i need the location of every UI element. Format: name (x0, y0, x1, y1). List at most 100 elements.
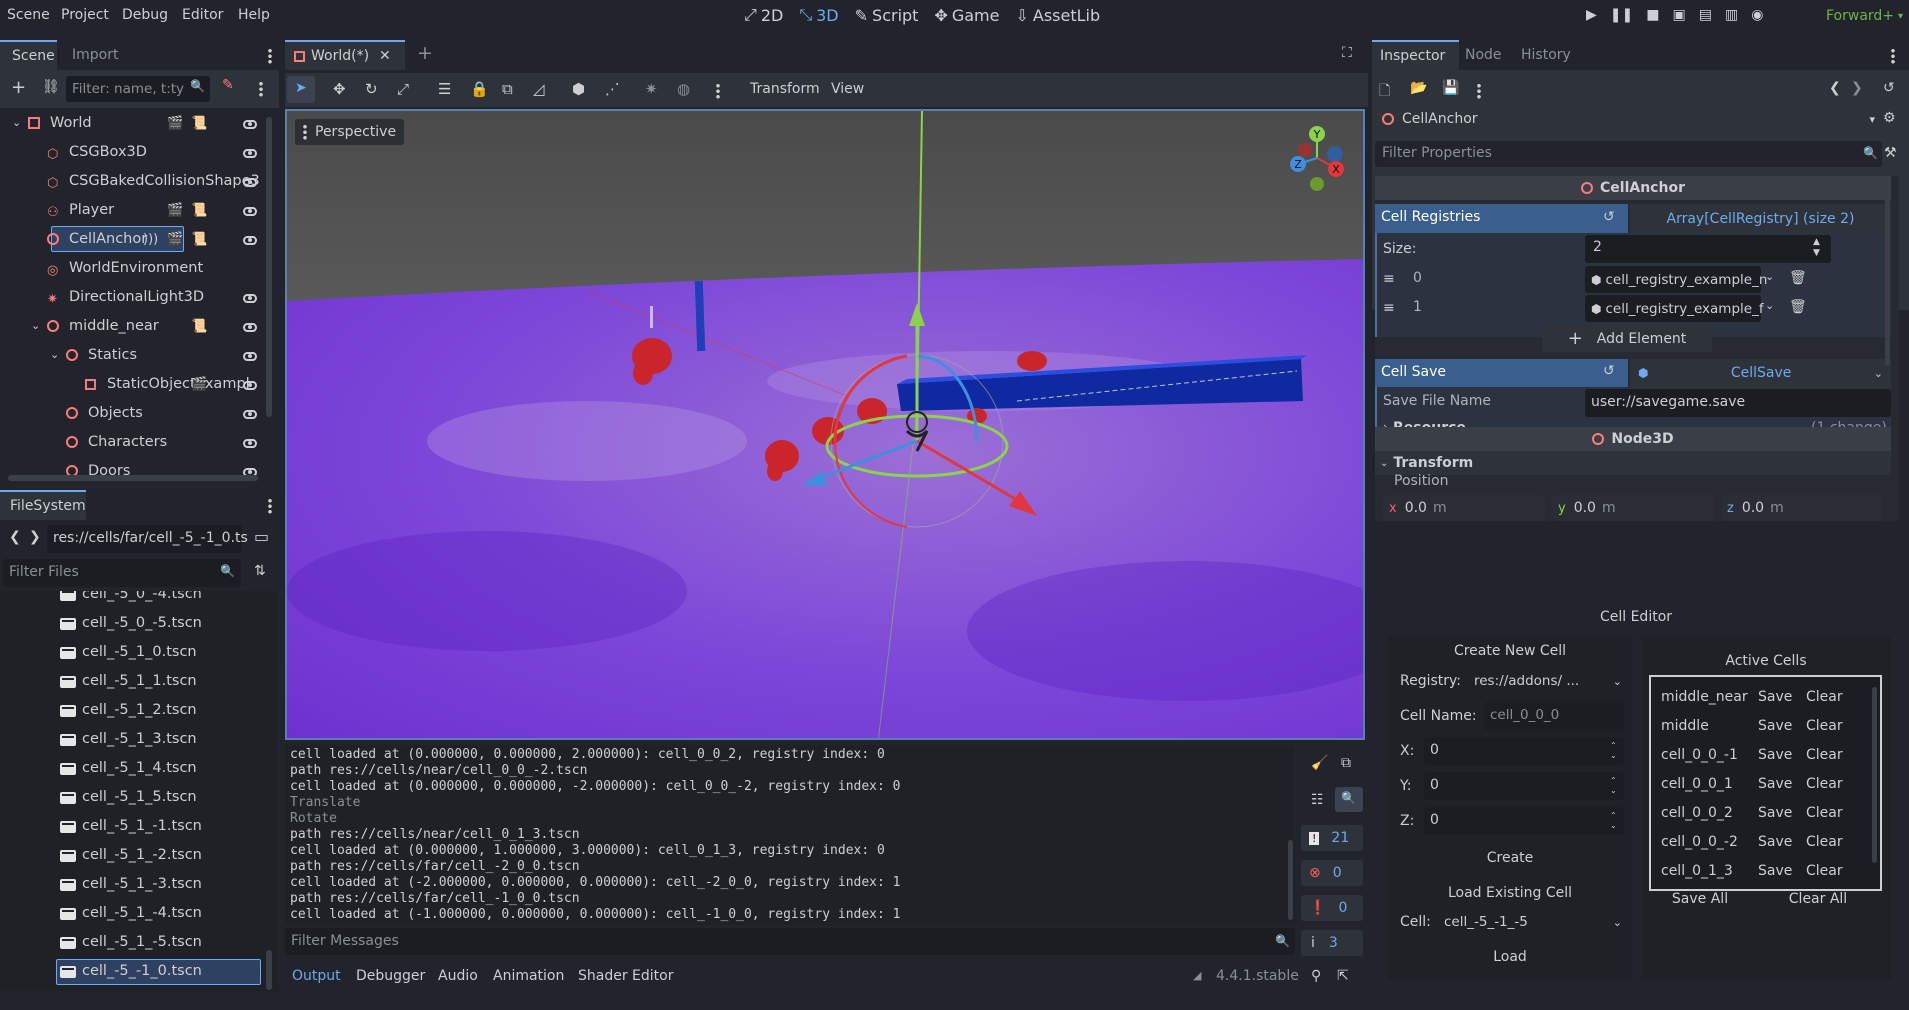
create-button[interactable]: Create (1396, 844, 1624, 872)
search-toggle[interactable]: 🔍 (1335, 787, 1363, 812)
visibility-eye-icon[interactable] (243, 207, 257, 216)
revert-icon[interactable]: ↺ (1603, 363, 1615, 379)
array-size-spin[interactable]: 2 ▲ ▼ (1585, 235, 1831, 263)
menu-help[interactable]: Help (238, 7, 270, 23)
delete-icon[interactable]: 🗑 (1789, 299, 1807, 315)
registry-select[interactable]: res://addons/ ... ⌄ (1468, 667, 1628, 695)
scene-tree-node[interactable]: Characters (0, 429, 270, 457)
file-item[interactable]: cell_-5_1_5.tscn (0, 784, 270, 813)
sort-icon[interactable]: ⇅ (254, 563, 266, 579)
object-history-icon[interactable]: ↺ (1883, 80, 1895, 96)
inspector-scrollbar[interactable] (1885, 176, 1890, 366)
mode-game-button[interactable]: ✥ Game (934, 6, 999, 25)
scene-tree-node[interactable]: ⬡ CSGBox3D (0, 139, 270, 167)
clear-output-icon[interactable]: 🧹 (1311, 755, 1328, 771)
link-icon[interactable]: ⛓ (42, 79, 60, 95)
clear-cell-button[interactable]: Clear (1806, 718, 1843, 734)
filter-properties-input[interactable]: Filter Properties (1375, 141, 1882, 167)
add-node-icon[interactable]: + (11, 77, 26, 98)
play-icon[interactable]: ▶ (1586, 7, 1597, 23)
clapperboard-icon[interactable]: 🎬 (167, 232, 183, 247)
distraction-free-icon[interactable]: ⛶ (1342, 45, 1352, 61)
perspective-menu[interactable]: Perspective (295, 119, 405, 145)
clapperboard-icon[interactable]: 🎬 (167, 116, 183, 131)
mode-script-button[interactable]: ✎ Script (855, 6, 919, 25)
file-item[interactable]: cell_-5_1_-3.tscn (0, 871, 270, 900)
cell-name-input[interactable]: cell_0_0_0 (1484, 702, 1624, 730)
scene-tree-node[interactable]: ⌄ Statics (0, 342, 270, 370)
chevron-down-icon[interactable]: ⌄ (31, 319, 40, 332)
file-item[interactable]: cell_-5_1_4.tscn (0, 755, 270, 784)
group-icon[interactable]: ⧉ (502, 80, 513, 98)
scene-tree-node[interactable]: ✷ DirectionalLight3D (0, 284, 270, 312)
fs-menu-icon[interactable] (268, 498, 272, 514)
chevron-down-icon[interactable]: ⌄ (50, 348, 59, 361)
scene-tree-node[interactable]: ⌄ middle_near 📜 (0, 313, 270, 341)
file-item[interactable]: cell_-5_0_-4.tscn (0, 591, 270, 610)
add-element-button[interactable]: + Add Element (1542, 325, 1712, 352)
scene-tree-node[interactable]: Objects (0, 400, 270, 428)
tab-node[interactable]: Node (1465, 47, 1502, 63)
file-item[interactable]: cell_-5_1_-1.tscn (0, 813, 270, 842)
active-cells-scrollbar[interactable] (1872, 687, 1877, 863)
scene-tree-node[interactable]: ⬡ CSGBakedCollisionShape3 (0, 168, 270, 196)
dock-menu-icon[interactable] (1891, 48, 1895, 64)
clear-cell-button[interactable]: Clear (1806, 747, 1843, 763)
select-tool-button[interactable]: ➤ (287, 76, 315, 103)
open-resource-icon[interactable]: 📂 (1410, 80, 1427, 96)
save-cell-button[interactable]: Save (1758, 718, 1792, 734)
view-gizmo[interactable]: Y Z X (1287, 123, 1357, 193)
tab-debugger[interactable]: Debugger (356, 968, 425, 984)
movie-maker-icon[interactable]: ◉ (1751, 7, 1763, 23)
scene-menu-icon[interactable] (259, 81, 263, 97)
preview-menu-icon[interactable] (716, 83, 720, 99)
remote-debug-icon[interactable]: ▣ (1672, 7, 1685, 23)
tab-inspector[interactable]: Inspector (1372, 40, 1459, 70)
cell-save-resource[interactable]: ⬢ CellSave ⌄ (1630, 359, 1891, 387)
position-x-input[interactable]: x 0.0 m (1383, 495, 1545, 521)
file-item[interactable]: cell_-5_0_-5.tscn (0, 610, 270, 639)
file-item[interactable]: cell_-5_1_-5.tscn (0, 929, 270, 958)
delete-icon[interactable]: 🗑 (1789, 270, 1807, 286)
split-view-icon[interactable]: ▭ (254, 527, 269, 546)
output-log[interactable]: cell loaded at (0.000000, 0.000000, 2.00… (285, 745, 1295, 925)
selectable-list-icon[interactable]: ☰ (438, 80, 451, 98)
copy-icon[interactable]: ⧉ (1341, 755, 1351, 771)
dock-menu-icon[interactable] (268, 48, 272, 64)
scene-tree-node[interactable]: ◎ WorldEnvironment (0, 255, 270, 283)
scene-tree-hscrollbar[interactable] (8, 475, 258, 481)
clapperboard-icon[interactable]: 🎬 (191, 377, 207, 392)
z-spinbox[interactable]: 0 ⌃ ⌄ (1424, 807, 1624, 835)
node-path-select[interactable]: CellAnchor ▾ (1375, 106, 1883, 132)
visibility-eye-icon[interactable] (243, 236, 257, 245)
scene-filter-input[interactable]: Filter: name, t:ty (66, 76, 210, 102)
clapperboard-icon[interactable]: 🎬 (167, 203, 183, 218)
save-all-button[interactable]: Save All (1647, 885, 1753, 913)
position-z-input[interactable]: z 0.0 m (1721, 495, 1883, 521)
transform-section[interactable]: ⌄ Transform (1375, 451, 1891, 475)
script-icon[interactable]: 📜 (191, 232, 207, 247)
file-item[interactable]: cell_-5_1_1.tscn (0, 668, 270, 697)
node-info-icon[interactable]: ⚙ (1883, 110, 1896, 126)
array-item-0-resource[interactable]: ⬢ cell_registry_example_n (1585, 266, 1767, 293)
scale-icon[interactable]: ⤢ (397, 80, 409, 98)
tab-world[interactable]: World(*) ✕ (285, 40, 405, 70)
stop-icon[interactable]: ■ (1646, 7, 1659, 23)
script-icon[interactable]: 📜 (191, 203, 207, 218)
viewport-3d[interactable]: Perspective Y Z X (285, 109, 1365, 740)
filter-warnings-toggle[interactable]: ❗ 0 (1301, 895, 1363, 921)
expand-panel-icon[interactable]: ⇱ (1337, 968, 1349, 984)
fs-path-input[interactable]: res://cells/far/cell_-5_-1_0.ts (47, 525, 248, 553)
file-item[interactable]: cell_-5_1_2.tscn (0, 697, 270, 726)
pin-icon[interactable]: ⚲ (1311, 968, 1321, 984)
filter-messages-toggle[interactable]: ! 21 (1301, 825, 1363, 851)
new-tab-icon[interactable]: + (417, 42, 433, 64)
menu-scene[interactable]: Scene (7, 7, 50, 23)
save-cell-button[interactable]: Save (1758, 863, 1792, 879)
save-cell-button[interactable]: Save (1758, 776, 1792, 792)
script-attach-icon[interactable]: ✎ (222, 77, 234, 93)
tab-scene[interactable]: Scene (0, 40, 57, 70)
visibility-eye-icon[interactable] (243, 410, 257, 419)
tab-audio[interactable]: Audio (438, 968, 478, 984)
renderer-select[interactable]: Forward+ ▾ (1826, 8, 1903, 24)
